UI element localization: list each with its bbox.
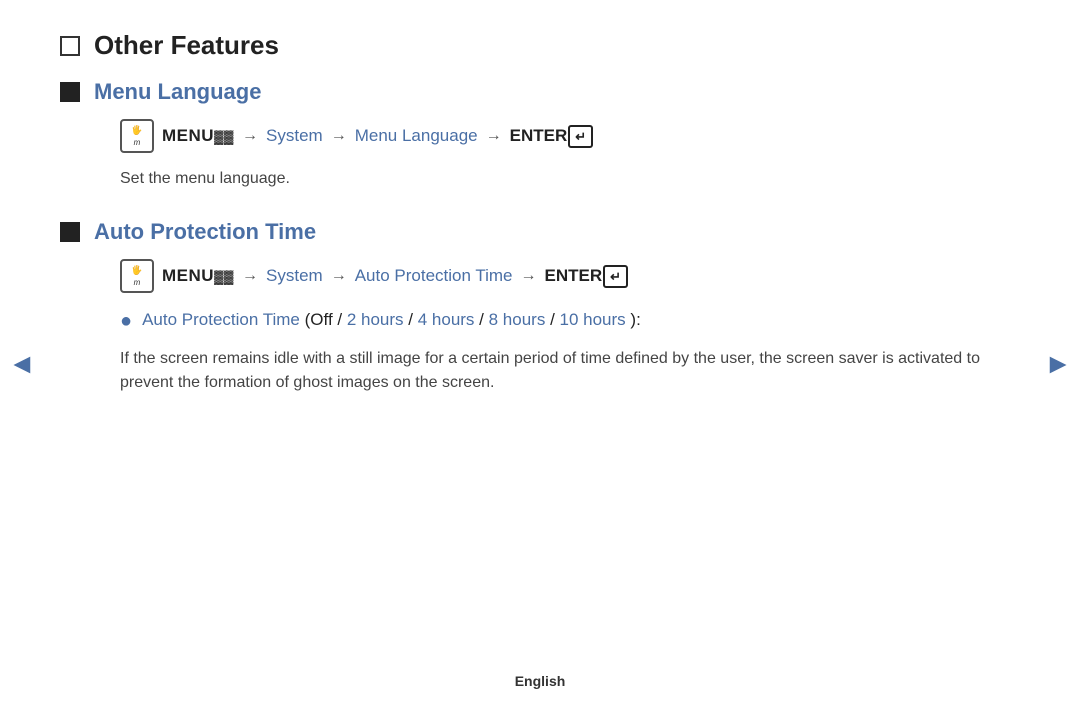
option-4hours: 4 hours	[418, 310, 475, 329]
menu-link-system-1: System	[266, 126, 323, 146]
bullet-auto-protection-text: Auto Protection Time (Off / 2 hours / 4 …	[142, 307, 641, 333]
subsection-title-menu-language: Menu Language	[94, 79, 261, 105]
enter-icon-2	[603, 265, 628, 288]
menu-icon-2: 🖐 m	[120, 259, 154, 293]
menu-language-description: Set the menu language.	[120, 167, 1020, 191]
page-title: Other Features	[94, 30, 279, 61]
option-10hours: 10 hours	[560, 310, 626, 329]
enter-icon-1	[568, 125, 593, 148]
subsection-header-menu-language: Menu Language	[60, 79, 1020, 105]
nav-arrow-left[interactable]: ◄	[8, 348, 36, 380]
option-2hours: 2 hours	[347, 310, 404, 329]
menu-arrow-4: →	[242, 267, 258, 285]
enter-button-2: ENTER	[545, 265, 629, 288]
bullet-auto-protection: ● Auto Protection Time (Off / 2 hours / …	[120, 307, 1020, 335]
subsection-square-icon	[60, 82, 80, 102]
nav-arrow-right[interactable]: ►	[1044, 348, 1072, 380]
separator-3: /	[550, 310, 559, 329]
bullet-label: Auto Protection Time	[142, 310, 300, 329]
main-section-header: Other Features	[60, 30, 1020, 61]
subsection-header-auto-protection: Auto Protection Time	[60, 219, 1020, 245]
bullet-paren-close: ):	[630, 310, 640, 329]
menu-link-system-2: System	[266, 266, 323, 286]
menu-arrow-5: →	[331, 267, 347, 285]
separator-2: /	[479, 310, 488, 329]
menu-keyword: MENU▓▓	[162, 126, 234, 146]
menu-link-menu-language: Menu Language	[355, 126, 478, 146]
menu-arrow-3: →	[486, 127, 502, 145]
auto-protection-description: If the screen remains idle with a still …	[120, 347, 1020, 395]
menu-link-auto-protection: Auto Protection Time	[355, 266, 513, 286]
option-8hours: 8 hours	[489, 310, 546, 329]
menu-path-auto-protection: 🖐 m MENU▓▓ → System → Auto Protection Ti…	[120, 259, 1020, 293]
section-checkbox-icon	[60, 36, 80, 56]
bullet-paren-open: (Off /	[305, 310, 347, 329]
menu-path-menu-language: 🖐 m MENU▓▓ → System → Menu Language → EN…	[120, 119, 1020, 153]
menu-arrow-1: →	[242, 127, 258, 145]
menu-arrow-2: →	[331, 127, 347, 145]
menu-arrow-6: →	[521, 267, 537, 285]
separator-1: /	[408, 310, 417, 329]
footer-language: English	[515, 673, 566, 689]
subsection-title-auto-protection: Auto Protection Time	[94, 219, 316, 245]
menu-keyword-2: MENU▓▓	[162, 266, 234, 286]
enter-button-1: ENTER	[510, 125, 594, 148]
menu-icon: 🖐 m	[120, 119, 154, 153]
bullet-dot-icon: ●	[120, 307, 132, 335]
subsection-square-icon-2	[60, 222, 80, 242]
subsection-auto-protection: Auto Protection Time 🖐 m MENU▓▓ → System…	[60, 219, 1020, 395]
subsection-menu-language: Menu Language 🖐 m MENU▓▓ → System → Menu…	[60, 79, 1020, 191]
